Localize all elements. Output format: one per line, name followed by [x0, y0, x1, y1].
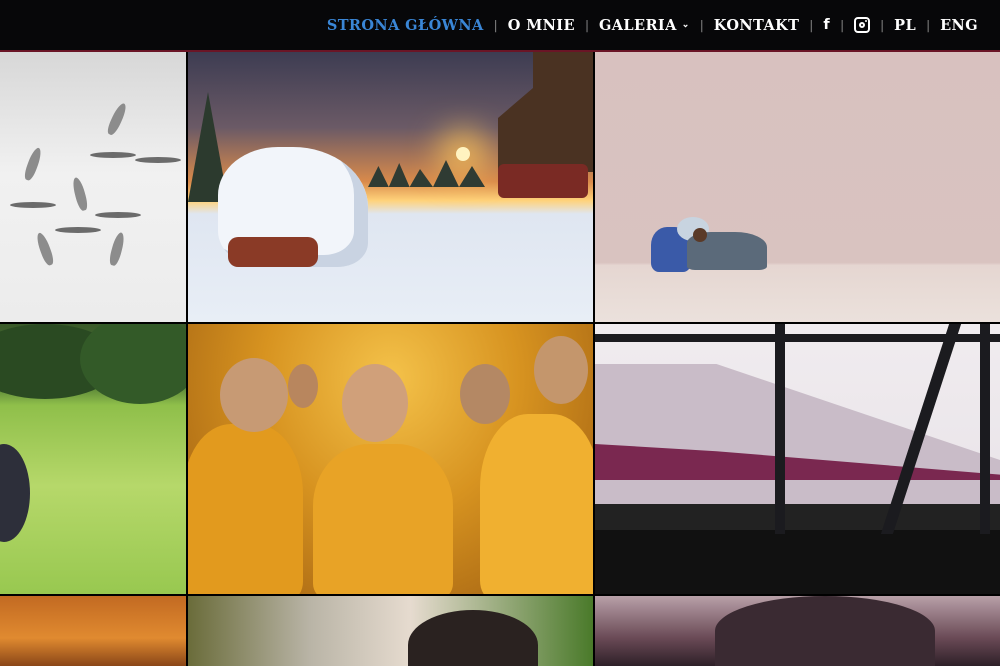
tree-silhouette-shape: [715, 596, 935, 666]
lang-pl-link[interactable]: PL: [894, 17, 916, 34]
nav-separator: |: [493, 18, 498, 32]
nav-gallery-dropdown[interactable]: GALERIA ⌄: [599, 17, 690, 34]
truck-shape: [498, 164, 588, 198]
bridge-beam-shape: [775, 324, 785, 534]
man-head-shape: [693, 228, 707, 242]
photo-gallery: [0, 52, 1000, 666]
bird-wing-shape: [105, 101, 129, 137]
monk-head-shape: [220, 358, 288, 432]
smiling-monk-head-shape: [342, 364, 408, 442]
monk-robe-shape: [480, 414, 593, 594]
nav-separator: |: [584, 18, 589, 32]
nav-about-link[interactable]: O MNIE: [508, 17, 575, 34]
bridge-underside-shape: [595, 530, 1000, 594]
gallery-tile-sunset-field[interactable]: [0, 596, 186, 666]
bridge-deck-shape: [595, 504, 1000, 530]
vehicle-body-shape: [228, 237, 318, 267]
nav-separator: |: [840, 18, 845, 32]
facebook-icon[interactable]: f: [823, 17, 830, 33]
nav-separator: |: [926, 18, 931, 32]
bird-wing-shape: [34, 231, 56, 267]
gallery-tile-field[interactable]: [0, 324, 186, 594]
nav-home-link[interactable]: STRONA GŁÓWNA: [327, 17, 484, 34]
hair-shape: [408, 610, 538, 666]
sun-shape: [456, 147, 470, 161]
bird-shape: [90, 152, 136, 158]
site-header: STRONA GŁÓWNA | O MNIE | GALERIA ⌄ | KON…: [0, 0, 1000, 52]
gallery-tile-portrait[interactable]: [188, 596, 593, 666]
bird-wing-shape: [107, 231, 127, 267]
tree-line-shape: [368, 160, 498, 187]
monk-head-shape: [460, 364, 510, 424]
instagram-link[interactable]: [854, 17, 871, 33]
lang-eng-link[interactable]: ENG: [940, 17, 978, 34]
nav-separator: |: [699, 18, 704, 32]
instagram-icon: [854, 17, 871, 33]
gallery-tile-winter[interactable]: [188, 52, 593, 322]
monk-head-shape: [534, 336, 588, 404]
monk-robe-shape: [313, 444, 453, 594]
nav-separator: |: [880, 18, 885, 32]
main-nav: STRONA GŁÓWNA | O MNIE | GALERIA ⌄ | KON…: [327, 0, 978, 50]
bird-shape: [10, 202, 56, 208]
monk-head-shape: [288, 364, 318, 408]
gallery-tile-birds[interactable]: [0, 52, 186, 322]
tree-canopy-shape: [80, 324, 186, 404]
bird-shape: [95, 212, 141, 218]
bird-wing-shape: [70, 176, 90, 212]
nav-gallery-label: GALERIA: [598, 16, 677, 34]
monk-robe-shape: [188, 424, 303, 594]
basket-shape: [0, 444, 30, 542]
bird-shape: [55, 227, 101, 233]
gallery-tile-train[interactable]: [595, 324, 1000, 594]
gallery-tile-dusk-trees[interactable]: [595, 596, 1000, 666]
cabin-shape: [498, 52, 593, 172]
bird-wing-shape: [22, 146, 44, 182]
chevron-down-icon: ⌄: [681, 20, 690, 30]
nav-contact-link[interactable]: KONTAKT: [714, 17, 800, 34]
bridge-top-beam-shape: [595, 334, 1000, 342]
gallery-tile-monks[interactable]: [188, 324, 593, 594]
nav-separator: |: [809, 18, 814, 32]
bridge-beam-shape: [980, 324, 990, 534]
gallery-tile-wall[interactable]: [595, 52, 1000, 322]
bird-shape: [135, 157, 181, 163]
